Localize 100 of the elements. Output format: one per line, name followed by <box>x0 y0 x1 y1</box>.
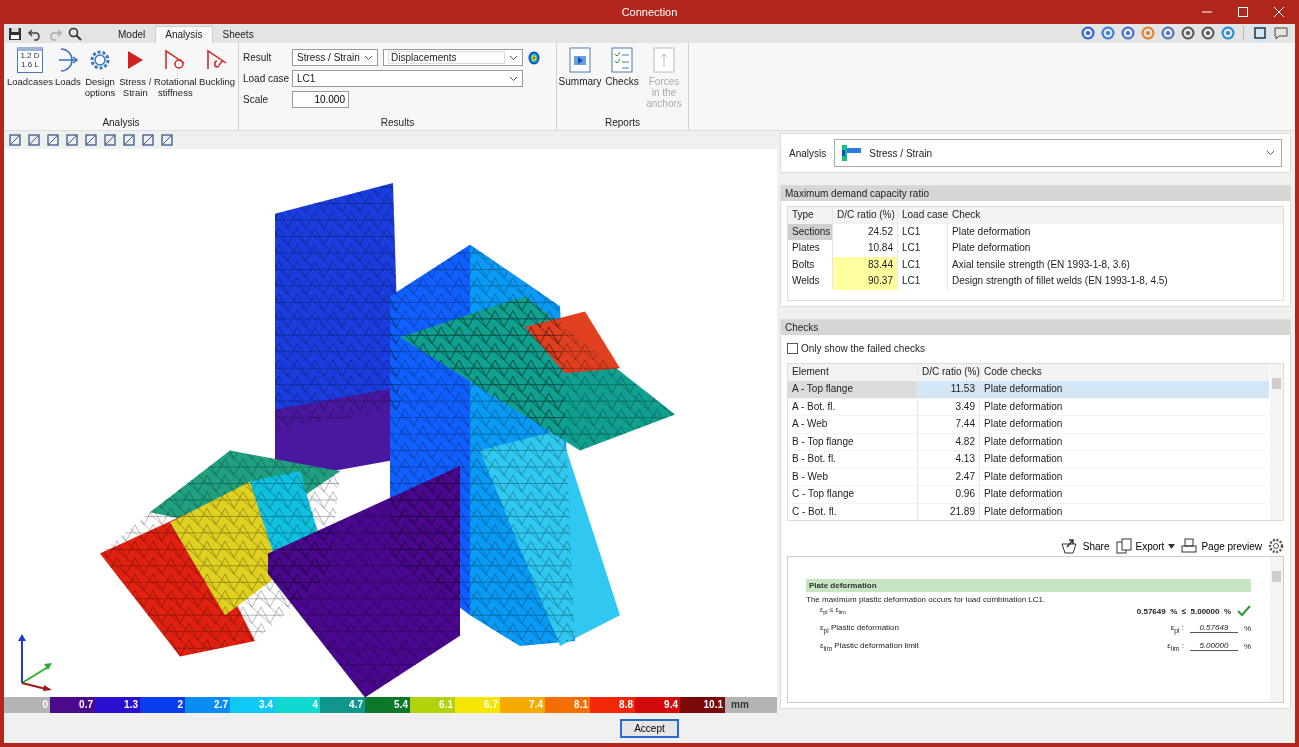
table-cell: 83.44 <box>833 256 898 273</box>
result-value-dropdown[interactable]: Displacements <box>383 49 523 66</box>
column-header[interactable]: D/C ratio (%) <box>833 207 898 224</box>
table-cell-text: Plate deformation <box>983 469 1064 484</box>
unit-label: % <box>1243 641 1251 651</box>
ribbon-button[interactable]: 1.2 D 1.6 L Loadcases <box>6 47 54 117</box>
report-label: ε$_{lim}$ Plastic deformation limit <box>820 640 920 652</box>
table-cell: 24.52 <box>833 223 898 240</box>
symbol-label: ε$_{lim}$ : <box>1167 640 1184 652</box>
legend-segment: 4 <box>275 697 320 713</box>
share-button[interactable]: Share <box>1060 538 1110 554</box>
legend-segment: 8.8 <box>590 697 635 713</box>
table-cell: LC1 <box>898 240 948 257</box>
field-label: Analysis <box>789 147 827 159</box>
group-label: Analysis <box>101 117 141 130</box>
table-cell: 2.47 <box>918 468 980 485</box>
legend-segment: 1.3 <box>95 697 140 713</box>
ribbon-button[interactable]: Rotational stiffness <box>152 47 199 117</box>
legend-unit: mm <box>731 698 749 712</box>
report-heading: Plate deformation <box>806 579 1251 592</box>
legend-segment: 6.1 <box>410 697 455 713</box>
ribbon-tab[interactable]: Model <box>108 26 156 43</box>
table-row[interactable]: C - Top flange 0.96 Plate deformation <box>788 485 1269 503</box>
group-label: Results <box>379 117 416 130</box>
legend-segment: 10.1 <box>680 697 725 713</box>
field-label: Load case <box>243 73 287 84</box>
table-cell-text: Plate deformation <box>951 224 1032 239</box>
legend-segment: 9.4 <box>635 697 680 713</box>
section-header: Checks <box>781 319 1290 335</box>
table-row[interactable]: B - Web 2.47 Plate deformation <box>788 467 1269 485</box>
column-header[interactable]: Code checks <box>980 363 1269 380</box>
ribbon-button[interactable]: Stress / Strain <box>118 47 153 117</box>
table-cell-text: Plate deformation <box>951 241 1032 255</box>
table-cell-text: Plate deformation <box>983 434 1064 449</box>
table-row[interactable]: B - Top flange 4.82 Plate deformation <box>788 432 1269 450</box>
symbol-label: ε$_{pl}$ : <box>1170 622 1184 634</box>
table-cell-text: Plate deformation <box>983 452 1064 466</box>
legend-segment: 3.4 <box>230 697 275 713</box>
table-cell: 3.49 <box>918 398 980 415</box>
ribbon-button[interactable]: Checks <box>601 47 643 117</box>
table-cell: C - Bot. fl. <box>788 503 918 520</box>
column-header[interactable]: Check <box>948 207 1283 224</box>
table-row[interactable]: A - Top flange 11.53 Plate deformation <box>788 380 1269 398</box>
analysis-dropdown[interactable]: Stress / Strain <box>834 139 1282 167</box>
unit-label: % <box>1243 623 1251 633</box>
report-label: ε$_{pl}$ Plastic deformation <box>820 622 901 634</box>
load-case-dropdown[interactable]: LC1 <box>292 70 523 87</box>
column-header[interactable]: Type <box>788 207 833 224</box>
page-preview-button[interactable]: Page preview <box>1181 538 1262 554</box>
table-cell: LC1 <box>898 273 948 290</box>
legend-segment: 0.7 <box>50 697 95 713</box>
table-row[interactable]: A - Bot. fl. 3.49 Plate deformation <box>788 397 1269 415</box>
table-cell-text: Plate deformation <box>983 487 1064 501</box>
ribbon-button[interactable]: Buckling <box>198 47 236 117</box>
legend-segment: 7.4 <box>500 697 545 713</box>
result-dropdown[interactable]: Stress / Strain <box>292 49 378 66</box>
field-label: Scale <box>243 94 269 105</box>
table-cell: A - Top flange <box>788 381 918 398</box>
column-header[interactable]: Load case <box>898 207 948 224</box>
accept-button[interactable]: Accept <box>620 718 679 738</box>
ribbon-tab[interactable]: Analysis <box>155 26 213 43</box>
group-label: Reports <box>604 117 641 130</box>
table-row[interactable]: A - Web 7.44 Plate deformation <box>788 415 1269 433</box>
table-cell: 90.37 <box>833 273 898 290</box>
field-label: Result <box>243 52 273 63</box>
table-cell: A - Web <box>788 416 918 433</box>
value-field: 0.57649 <box>1189 623 1238 633</box>
table-cell-text: Plate deformation <box>983 382 1064 396</box>
table-cell: A - Bot. fl. <box>788 398 918 415</box>
table-cell: C - Top flange <box>788 486 918 503</box>
section-header: Maximum demand capacity ratio <box>781 186 1290 201</box>
failed-checks-checkbox[interactable]: Only show the failed checks <box>787 342 1284 354</box>
legend-segment: 6.7 <box>455 697 500 713</box>
row-header[interactable]: Plates <box>788 240 833 257</box>
table-cell-text: Design strength of fillet welds (EN 1993-1-8, 4.5) <box>951 274 1169 288</box>
table-cell: 4.82 <box>918 433 980 450</box>
ribbon-button[interactable]: Summary <box>559 47 601 117</box>
table-cell: LC1 <box>898 223 948 240</box>
table-cell: 10.84 <box>833 240 898 257</box>
table-cell: 7.44 <box>918 416 980 433</box>
table-cell: B - Web <box>788 468 918 485</box>
table-cell-text: Plate deformation <box>983 504 1064 519</box>
table-cell: 11.53 <box>918 381 980 398</box>
table-cell: 0.96 <box>918 486 980 503</box>
legend-segment: 2 <box>140 697 185 713</box>
result-value: 0.57649 % ≤ 5.00000 % <box>1136 606 1231 616</box>
table-cell: 4.13 <box>918 451 980 468</box>
table-row[interactable]: B - Bot. fl. 4.13 Plate deformation <box>788 450 1269 468</box>
scale-field[interactable]: 10.000 <box>292 91 349 108</box>
loadcase-icon: 1.2 D 1.6 L <box>16 47 43 73</box>
table-cell-text: Plate deformation <box>983 399 1064 414</box>
legend-segment: 4.7 <box>320 697 365 713</box>
ribbon-button[interactable]: Design options <box>81 47 119 117</box>
export-button[interactable]: Export <box>1115 538 1176 554</box>
legend-segment: 8.1 <box>545 697 590 713</box>
ribbon-button[interactable]: Loads <box>53 47 82 117</box>
legend-segment: 2.7 <box>185 697 230 713</box>
table-row[interactable]: C - Bot. fl. 21.89 Plate deformation <box>788 502 1269 520</box>
ribbon-tab[interactable]: Sheets <box>212 26 264 43</box>
table-cell: 21.89 <box>918 503 980 520</box>
